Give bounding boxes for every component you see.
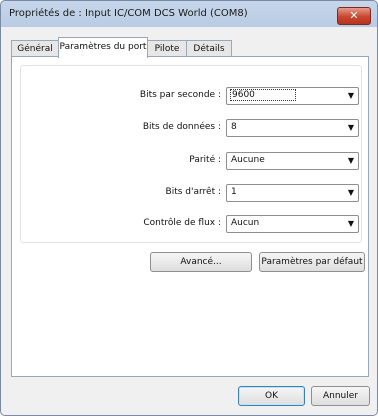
close-icon: ✕ [349, 9, 359, 22]
cancel-button[interactable]: Annuler [311, 386, 370, 406]
chevron-down-icon: ▼ [347, 156, 354, 165]
flow-control-label: Contrôle de flux : [143, 218, 221, 228]
chevron-down-icon: ▼ [347, 188, 354, 197]
title-bar[interactable]: Propriétés de : Input IC/COM DCS World (… [1, 1, 377, 27]
tab-port-settings[interactable]: Paramètres du port [58, 37, 148, 58]
advanced-button[interactable]: Avancé... [150, 252, 252, 272]
bits-per-second-select[interactable]: 9600 ▼ [226, 87, 359, 105]
chevron-down-icon: ▼ [347, 123, 354, 132]
port-settings-panel: Bits par seconde : 9600 ▼ Bits de donnée… [11, 56, 369, 377]
tab-driver[interactable]: Pilote [147, 40, 187, 57]
tab-details[interactable]: Détails [186, 40, 232, 57]
flow-control-select[interactable]: Aucun ▼ [226, 215, 359, 233]
bits-per-second-value: 9600 [230, 89, 296, 101]
tab-general[interactable]: Général [11, 40, 59, 57]
ok-button[interactable]: OK [238, 386, 305, 406]
chevron-down-icon: ▼ [347, 91, 354, 100]
stop-bits-label: Bits d'arrêt : [165, 187, 221, 197]
parity-label: Parité : [189, 155, 221, 165]
stop-bits-value: 1 [231, 187, 237, 197]
properties-dialog: Propriétés de : Input IC/COM DCS World (… [0, 0, 378, 416]
restore-defaults-button[interactable]: Paramètres par défaut [259, 252, 365, 272]
data-bits-label: Bits de données : [142, 122, 221, 132]
parity-value: Aucune [231, 155, 265, 165]
window-title: Propriétés de : Input IC/COM DCS World (… [9, 8, 248, 19]
data-bits-select[interactable]: 8 ▼ [226, 119, 359, 137]
settings-group: Bits par seconde : 9600 ▼ Bits de donnée… [20, 65, 362, 243]
data-bits-value: 8 [231, 122, 237, 132]
chevron-down-icon: ▼ [347, 219, 354, 228]
parity-select[interactable]: Aucune ▼ [226, 152, 359, 170]
flow-control-value: Aucun [231, 218, 260, 228]
close-button[interactable]: ✕ [337, 7, 371, 25]
bits-per-second-label: Bits par seconde : [139, 90, 221, 100]
tab-strip: Général Paramètres du port Pilote Détail… [11, 37, 371, 58]
stop-bits-select[interactable]: 1 ▼ [226, 184, 359, 202]
